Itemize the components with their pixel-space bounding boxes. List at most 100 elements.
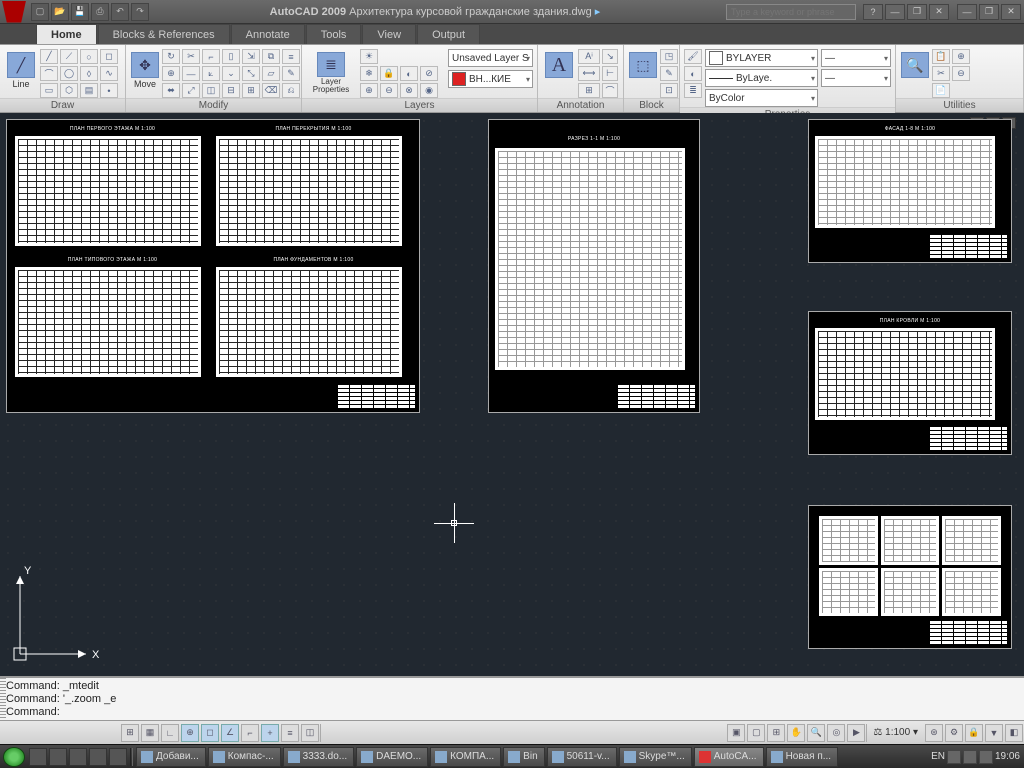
cmd-prompt[interactable]: Command: xyxy=(6,706,1018,719)
util-tool[interactable]: ⊕ xyxy=(952,49,970,64)
mtext-button[interactable]: Aⁱ xyxy=(578,49,600,64)
qat-new[interactable]: ▢ xyxy=(31,3,49,21)
layer-tool[interactable]: ◐ xyxy=(400,66,418,81)
qp-toggle[interactable]: ◫ xyxy=(301,724,319,742)
layer-tool[interactable]: ⊘ xyxy=(420,66,438,81)
line-button[interactable]: ╱Line xyxy=(4,49,38,95)
modify-tool[interactable]: ⌐ xyxy=(202,49,220,64)
qview-toggle[interactable]: ⊞ xyxy=(767,724,785,742)
showmotion-toggle[interactable]: ▶ xyxy=(847,724,865,742)
layer-tool[interactable]: ◉ xyxy=(420,83,438,98)
anno-scale[interactable]: ⚖ 1:100 ▾ xyxy=(866,724,924,742)
draw-tool[interactable]: ⌒ xyxy=(40,66,58,81)
match-props-button[interactable]: 🖌 xyxy=(684,49,702,64)
layer-tool[interactable]: ❄ xyxy=(360,66,378,81)
layer-tool[interactable]: 🔒 xyxy=(380,66,398,81)
modify-tool[interactable]: ⊞ xyxy=(242,83,260,98)
tray-icon[interactable] xyxy=(947,750,961,764)
list-button[interactable]: ≣ xyxy=(684,83,702,98)
draw-tool[interactable]: ◯ xyxy=(60,66,78,81)
ducs-toggle[interactable]: ⌐ xyxy=(241,724,259,742)
quicklaunch-icon[interactable] xyxy=(29,748,47,766)
layer-properties-button[interactable]: ≣Layer Properties xyxy=(306,49,356,95)
util-tool[interactable]: 📄 xyxy=(932,83,950,98)
taskbar-item[interactable]: AutoCA... xyxy=(694,747,764,767)
tray-icon[interactable] xyxy=(963,750,977,764)
taskbar-item[interactable]: Компас-... xyxy=(208,747,281,767)
draw-tool[interactable]: ◊ xyxy=(80,66,98,81)
color-dropdown[interactable]: BYLAYER xyxy=(705,49,818,67)
tab-output[interactable]: Output xyxy=(417,24,480,44)
minimize-button[interactable]: — xyxy=(885,4,905,20)
plotstyle-dropdown[interactable]: — xyxy=(821,49,891,67)
modify-tool[interactable]: ▯ xyxy=(222,49,240,64)
modify-tool[interactable]: ⎌ xyxy=(282,83,300,98)
linetype-dropdown[interactable]: ByColor xyxy=(705,89,818,107)
modify-tool[interactable]: ✂ xyxy=(182,49,200,64)
block-tool[interactable]: ◳ xyxy=(660,49,678,64)
modify-tool[interactable]: ⌫ xyxy=(262,83,280,98)
start-button[interactable] xyxy=(3,747,25,767)
otrack-toggle[interactable]: ∠ xyxy=(221,724,239,742)
dimension-button[interactable]: ⟷ xyxy=(578,66,600,81)
model-toggle[interactable]: ▣ xyxy=(727,724,745,742)
ws-toggle[interactable]: ⚙ xyxy=(945,724,963,742)
quicklaunch-icon[interactable] xyxy=(69,748,87,766)
draw-tool[interactable]: ⟋ xyxy=(60,49,78,64)
draw-tool[interactable]: ▤ xyxy=(80,83,98,98)
draw-tool[interactable]: • xyxy=(100,83,118,98)
snap-toggle[interactable]: ⊞ xyxy=(121,724,139,742)
qat-undo[interactable]: ↶ xyxy=(111,3,129,21)
help-icon[interactable]: ? xyxy=(863,4,883,20)
clean-toggle[interactable]: ◧ xyxy=(1005,724,1023,742)
modify-tool[interactable]: ⟀ xyxy=(202,66,220,81)
taskbar-item[interactable]: Новая п... xyxy=(766,747,839,767)
layer-state-dropdown[interactable]: Unsaved Layer S xyxy=(448,49,533,67)
taskbar-item[interactable]: 3333.do... xyxy=(283,747,354,767)
doc-close-button[interactable]: ✕ xyxy=(1001,4,1021,20)
taskbar-item[interactable]: Добави... xyxy=(136,747,206,767)
modify-tool[interactable]: ⬌ xyxy=(162,83,180,98)
prop-tool[interactable]: ◐ xyxy=(684,66,702,81)
draw-tool[interactable]: ∿ xyxy=(100,66,118,81)
dyn-toggle[interactable]: + xyxy=(261,724,279,742)
layer-tool[interactable]: ⊕ xyxy=(360,83,378,98)
tab-home[interactable]: Home xyxy=(36,24,97,44)
draw-tool[interactable]: ⬡ xyxy=(60,83,78,98)
close-button[interactable]: ✕ xyxy=(929,4,949,20)
quicklaunch-icon[interactable] xyxy=(109,748,127,766)
steering-toggle[interactable]: ◎ xyxy=(827,724,845,742)
table-button[interactable]: ⊞ xyxy=(578,83,600,98)
tab-tools[interactable]: Tools xyxy=(306,24,362,44)
modify-tool[interactable]: ⤡ xyxy=(242,66,260,81)
modify-tool[interactable]: ⌄ xyxy=(222,66,240,81)
app-menu-icon[interactable] xyxy=(2,1,26,23)
tab-annotate[interactable]: Annotate xyxy=(231,24,305,44)
doc-restore-button[interactable]: ❐ xyxy=(979,4,999,20)
qat-plot[interactable]: ⎙ xyxy=(91,3,109,21)
restore-button[interactable]: ❐ xyxy=(907,4,927,20)
lwt-toggle[interactable]: ≡ xyxy=(281,724,299,742)
pan-toggle[interactable]: ✋ xyxy=(787,724,805,742)
modify-tool[interactable]: ↻ xyxy=(162,49,180,64)
modify-tool[interactable]: — xyxy=(182,66,200,81)
search-input[interactable] xyxy=(726,4,856,20)
draw-tool[interactable]: ◻ xyxy=(100,49,118,64)
taskbar-item[interactable]: 50611-v... xyxy=(547,747,617,767)
draw-tool[interactable]: ○ xyxy=(80,49,98,64)
zoom-toggle[interactable]: 🔍 xyxy=(807,724,825,742)
cmd-grip[interactable] xyxy=(0,678,6,720)
grid-toggle[interactable]: ▦ xyxy=(141,724,159,742)
measure-button[interactable]: 🔍 xyxy=(900,49,930,95)
move-button[interactable]: ✥Move xyxy=(130,49,160,95)
layer-tool[interactable]: ☀ xyxy=(360,49,378,64)
draw-tool[interactable]: ╱ xyxy=(40,49,58,64)
layer-tool[interactable]: ⊗ xyxy=(400,83,418,98)
qat-redo[interactable]: ↷ xyxy=(131,3,149,21)
insert-block-button[interactable]: ⬚ xyxy=(628,49,658,95)
layer-tool[interactable]: ⊖ xyxy=(380,83,398,98)
block-tool[interactable]: ✎ xyxy=(660,66,678,81)
taskbar-item[interactable]: DAEMO... xyxy=(356,747,428,767)
block-tool[interactable]: ⊡ xyxy=(660,83,678,98)
layout-toggle[interactable]: ▢ xyxy=(747,724,765,742)
